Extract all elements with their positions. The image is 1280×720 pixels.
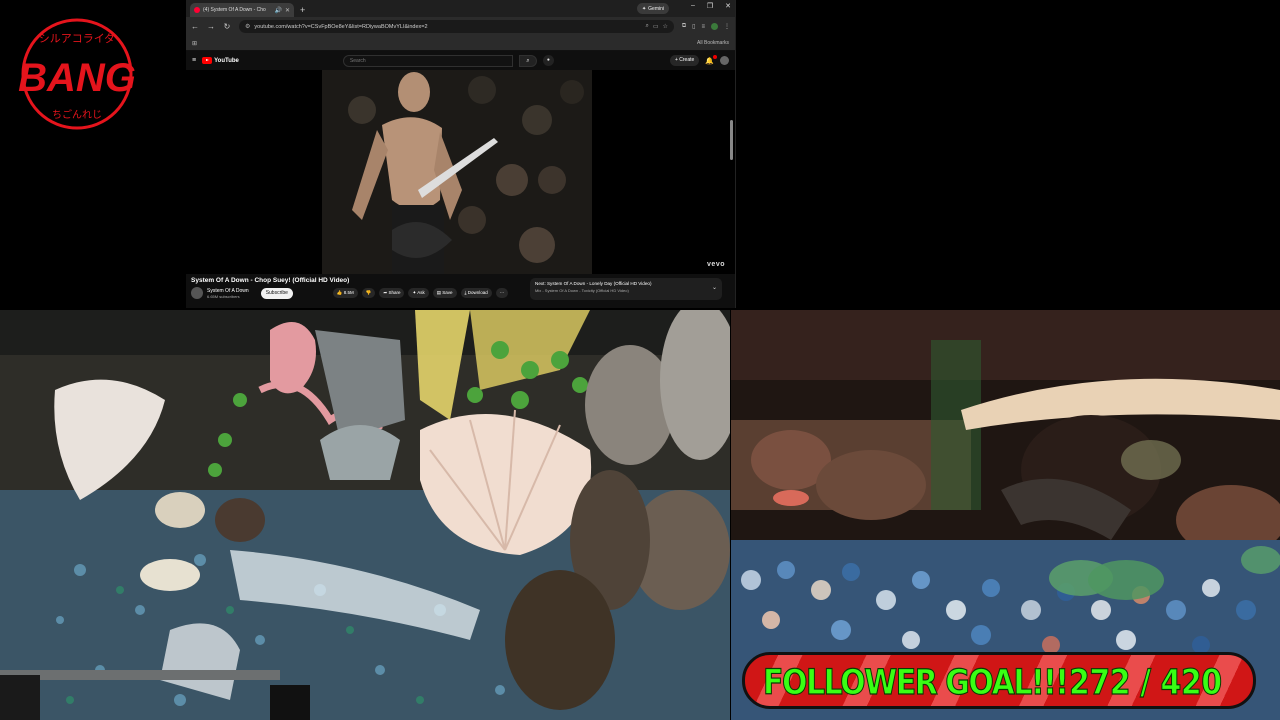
video-actions: 👍 8.5M 👎 ➦ Share ✦ Ask ▤ Save ⤓ Download… bbox=[332, 288, 509, 298]
gemini-button[interactable]: ✦ Gemini bbox=[636, 3, 669, 14]
window-controls: – ❐ ✕ bbox=[691, 2, 731, 10]
reload-icon[interactable]: ↻ bbox=[223, 22, 231, 31]
chevron-down-icon[interactable]: ⌄ bbox=[712, 284, 717, 291]
subscribe-button[interactable]: Subscribe bbox=[260, 287, 293, 299]
close-window-icon[interactable]: ✕ bbox=[725, 2, 731, 10]
notifications-bell-icon[interactable]: 🔔 bbox=[705, 54, 717, 65]
video-meta: System Of A Down - Chop Suey! (Official … bbox=[186, 274, 735, 308]
youtube-play-icon bbox=[202, 57, 213, 64]
cast-icon[interactable]: ▭ bbox=[653, 23, 659, 30]
close-tab-icon[interactable]: ✕ bbox=[285, 7, 290, 14]
minimize-icon[interactable]: – bbox=[691, 2, 695, 10]
address-bar[interactable]: ⚙ youtube.com/watch?v=CSvFpBOe8eY&list=R… bbox=[239, 20, 674, 33]
ask-label: Ask bbox=[417, 290, 425, 295]
extensions-area: ⧉ ▯ ≡ ⋮ bbox=[682, 23, 730, 30]
more-actions-button[interactable]: ⋯ bbox=[495, 288, 509, 298]
url-text: youtube.com/watch?v=CSvFpBOe8eY&list=RDi… bbox=[254, 23, 428, 30]
bang-logo: シルアコライダ BANG ちごんれじ bbox=[18, 18, 136, 130]
up-next-panel[interactable]: Next: System Of A Down - Lonely Day (Off… bbox=[530, 278, 722, 300]
channel-subscribers: 6.65M subscribers bbox=[207, 293, 240, 299]
zoom-icon[interactable]: ⌕ bbox=[645, 23, 648, 30]
channel-info: System Of A Down 6.65M subscribers bbox=[207, 288, 249, 299]
hamburger-menu-icon[interactable]: ≡ bbox=[192, 57, 196, 64]
browser-tab[interactable]: (4) System Of A Down - Cho 🔊 ✕ bbox=[190, 3, 294, 17]
like-count: 8.5M bbox=[343, 290, 354, 295]
save-button[interactable]: ▤ Save bbox=[432, 288, 457, 298]
video-player[interactable]: vevo bbox=[186, 70, 735, 274]
channel-avatar[interactable] bbox=[191, 287, 203, 299]
share-label: Share bbox=[388, 290, 401, 295]
all-bookmarks-link[interactable]: All Bookmarks bbox=[697, 40, 729, 46]
youtube-favicon-icon bbox=[194, 7, 200, 13]
account-avatar[interactable] bbox=[720, 56, 729, 65]
sidepanel-icon[interactable]: ▯ bbox=[692, 23, 695, 30]
logo-ring-top: シルアコライダ bbox=[39, 31, 116, 45]
youtube-search-input[interactable]: Search bbox=[342, 54, 513, 67]
page-scrollbar[interactable] bbox=[730, 120, 733, 160]
extensions-icon[interactable]: ⧉ bbox=[682, 23, 686, 30]
stream-layout: シルアコライダ BANG ちごんれじ (4) System Of A Down … bbox=[0, 0, 1280, 720]
youtube-header: ≡ YouTube Search ⌕ ● + Create 🔔 bbox=[186, 51, 735, 70]
tab-title: (4) System Of A Down - Cho bbox=[203, 7, 266, 13]
new-tab-button[interactable]: + bbox=[300, 3, 305, 17]
video-frame[interactable] bbox=[322, 70, 592, 274]
youtube-logo-text: YouTube bbox=[214, 57, 239, 64]
next-video-subtitle: Mix - System Of A Down - Toxicity (Offic… bbox=[535, 288, 629, 293]
follower-goal-count: 272 / 420 bbox=[1069, 662, 1223, 704]
ask-button[interactable]: ✦ Ask bbox=[408, 288, 429, 298]
maximize-icon[interactable]: ❐ bbox=[707, 2, 713, 10]
profile-avatar[interactable] bbox=[711, 23, 718, 30]
create-label: Create bbox=[679, 57, 695, 63]
search-icon[interactable]: ⌕ bbox=[518, 54, 537, 67]
speaker-icon[interactable]: 🔊 bbox=[274, 7, 281, 14]
follower-goal-bar: FOLLOWER GOAL!!! 272 / 420 bbox=[742, 652, 1256, 709]
bookmarks-bar: ⊞ All Bookmarks bbox=[186, 36, 735, 51]
gemini-label: Gemini bbox=[648, 5, 664, 12]
site-info-icon[interactable]: ⚙ bbox=[245, 23, 250, 30]
aquarium-camera-left bbox=[0, 310, 730, 720]
dislike-button[interactable]: 👎 bbox=[361, 288, 376, 298]
logo-text: BANG bbox=[18, 56, 136, 100]
back-icon[interactable]: ← bbox=[191, 22, 199, 31]
create-button[interactable]: + Create bbox=[669, 55, 700, 66]
apps-icon[interactable]: ⊞ bbox=[192, 40, 197, 47]
share-button[interactable]: ➦ Share bbox=[379, 288, 405, 298]
next-video-title: Next: System Of A Down - Lonely Day (Off… bbox=[535, 281, 652, 286]
browser-menu-icon[interactable]: ⋮ bbox=[724, 23, 730, 30]
youtube-header-right: + Create 🔔 bbox=[669, 54, 729, 66]
like-button[interactable]: 👍 8.5M bbox=[332, 288, 358, 298]
follower-goal-label: FOLLOWER GOAL!!! bbox=[763, 662, 1070, 704]
channel-name[interactable]: System Of A Down bbox=[207, 288, 249, 294]
forward-icon[interactable]: → bbox=[207, 22, 215, 31]
vevo-watermark: vevo bbox=[707, 261, 725, 268]
notification-dot bbox=[713, 54, 717, 59]
browser-window: (4) System Of A Down - Cho 🔊 ✕ + ✦ Gemin… bbox=[186, 0, 736, 308]
address-row: ← → ↻ ⚙ youtube.com/watch?v=CSvFpBOe8eY&… bbox=[186, 17, 735, 36]
download-button[interactable]: ⤓ Download bbox=[460, 288, 492, 298]
save-label: Save bbox=[442, 290, 453, 295]
bookmark-star-icon[interactable]: ☆ bbox=[662, 23, 667, 30]
tab-strip: (4) System Of A Down - Cho 🔊 ✕ + ✦ Gemin… bbox=[186, 0, 735, 17]
logo-ring-bottom: ちごんれじ bbox=[52, 108, 102, 121]
gemini-icon: ✦ bbox=[641, 5, 647, 12]
download-label: Download bbox=[467, 290, 488, 295]
media-icon[interactable]: ≡ bbox=[701, 24, 705, 30]
youtube-logo[interactable]: YouTube bbox=[202, 57, 239, 64]
microphone-icon[interactable]: ● bbox=[542, 55, 554, 66]
